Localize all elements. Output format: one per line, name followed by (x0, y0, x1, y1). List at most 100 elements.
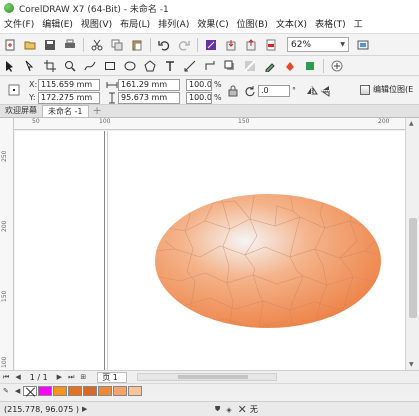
scroll-down-icon[interactable]: ▼ (409, 361, 414, 368)
color-swatch[interactable] (83, 385, 98, 396)
mirror-horizontal-icon[interactable] (306, 85, 318, 97)
height-field[interactable]: 95.673 mm (118, 92, 180, 104)
toolbar-separator (197, 37, 198, 52)
horizontal-ruler[interactable]: 50 100 150 200 (14, 118, 405, 130)
drawing-canvas[interactable] (15, 131, 405, 370)
pick-tool-icon[interactable] (2, 58, 18, 74)
scrollbar-thumb[interactable] (409, 218, 417, 318)
ruler-label: 150 (1, 290, 8, 302)
parallel-dimension-icon[interactable] (182, 58, 198, 74)
fill-bucket-icon[interactable]: ◈ (223, 406, 234, 414)
add-tab-icon[interactable]: + (89, 105, 106, 117)
ruler-label: 150 (238, 118, 250, 125)
drop-shadow-icon[interactable] (222, 58, 238, 74)
scale-y-field[interactable]: 100.0 (186, 92, 212, 104)
play-icon[interactable]: ▶ (79, 405, 90, 413)
next-page-icon[interactable]: ▶ (54, 373, 65, 381)
ellipse-object[interactable] (15, 131, 405, 370)
vertical-ruler[interactable]: 250 200 150 100 (0, 118, 14, 370)
polygon-tool-icon[interactable] (142, 58, 158, 74)
tab-welcome-screen[interactable]: 欢迎屏幕 (0, 105, 42, 117)
y-position-field[interactable]: 172.275 mm (38, 92, 100, 104)
menu-layout[interactable]: 布局(L) (116, 16, 154, 34)
last-page-icon[interactable]: ⏭ (65, 373, 77, 382)
ruler-label: 200 (1, 220, 8, 232)
rectangle-tool-icon[interactable] (102, 58, 118, 74)
save-icon[interactable] (42, 37, 58, 53)
menu-arrange[interactable]: 排列(A) (154, 16, 193, 34)
smart-fill-icon[interactable] (302, 58, 318, 74)
first-page-icon[interactable]: ⏮ (0, 373, 12, 382)
undo-icon[interactable] (156, 37, 172, 53)
rotation-icon (244, 85, 256, 97)
color-swatch[interactable] (68, 385, 83, 396)
shape-tool-icon[interactable] (22, 58, 38, 74)
tab-untitled-document[interactable]: 未命名 -1 (42, 105, 89, 117)
search-content-icon[interactable] (203, 37, 219, 53)
color-eyedropper-icon[interactable] (262, 58, 278, 74)
export-icon[interactable] (243, 37, 259, 53)
menu-bitmaps[interactable]: 位图(B) (233, 16, 272, 34)
scroll-up-icon[interactable]: ▲ (409, 120, 414, 127)
object-origin-icon[interactable] (8, 84, 20, 96)
coreldraw-logo-icon (4, 3, 14, 13)
color-swatch[interactable] (113, 385, 128, 396)
print-icon[interactable] (62, 37, 78, 53)
interactive-fill-icon[interactable] (282, 58, 298, 74)
ruler-label: 100 (99, 118, 111, 125)
degree-symbol: ° (292, 86, 296, 95)
connector-tool-icon[interactable] (202, 58, 218, 74)
cut-icon[interactable] (89, 37, 105, 53)
rotation-field[interactable]: .0 (258, 85, 290, 97)
cursor-coordinates: (215.778, 96.075 ) (4, 404, 79, 414)
horizontal-scrollbar[interactable] (136, 373, 277, 381)
zoom-level-dropdown[interactable]: 62% ▼ (287, 37, 349, 52)
color-swatch[interactable] (53, 385, 68, 396)
freehand-tool-icon[interactable] (82, 58, 98, 74)
previous-page-icon[interactable]: ◀ (12, 373, 23, 381)
zoom-value: 62% (291, 39, 312, 50)
color-swatch[interactable] (38, 385, 53, 396)
document-tabs: 欢迎屏幕 未命名 -1 + (0, 105, 419, 118)
eyedropper-icon[interactable]: ✎ (0, 387, 12, 395)
menu-text[interactable]: 文本(X) (272, 16, 311, 34)
width-icon (106, 79, 118, 91)
transparency-tool-icon[interactable] (242, 58, 258, 74)
page-navigator: ⏮ ◀ 1 / 1 ▶ ⏭ ⊞ 页 1 (0, 370, 419, 383)
redo-icon[interactable] (176, 37, 192, 53)
palette-scroll-left-icon[interactable]: ◀ (12, 387, 23, 395)
paste-icon[interactable] (129, 37, 145, 53)
add-tool-icon[interactable] (329, 58, 345, 74)
lock-ratio-icon[interactable] (227, 85, 239, 97)
menu-table[interactable]: 表格(T) (311, 16, 350, 34)
scale-x-percent: % (214, 80, 222, 89)
x-position-field[interactable]: 115.659 mm (38, 79, 100, 91)
menu-effects[interactable]: 效果(C) (193, 16, 232, 34)
open-file-icon[interactable] (22, 37, 38, 53)
edit-bitmap-button[interactable]: 编辑位图(E (360, 84, 413, 95)
add-page-icon[interactable]: ⊞ (77, 373, 89, 381)
zoom-tool-icon[interactable] (62, 58, 78, 74)
menu-view[interactable]: 视图(V) (77, 16, 116, 34)
menu-edit[interactable]: 编辑(E) (38, 16, 77, 34)
scale-x-field[interactable]: 100.0 (186, 79, 212, 91)
vertical-scrollbar[interactable]: ▲ ▼ (405, 118, 419, 370)
text-tool-icon[interactable] (162, 58, 178, 74)
ellipse-tool-icon[interactable] (122, 58, 138, 74)
color-swatch[interactable] (98, 385, 113, 396)
document-color-icon[interactable]: ⛊ (212, 405, 223, 414)
color-swatch[interactable] (128, 385, 143, 396)
crop-tool-icon[interactable] (42, 58, 58, 74)
scrollbar-thumb[interactable] (177, 375, 248, 379)
new-file-icon[interactable] (2, 37, 18, 53)
menu-tools[interactable]: 工 (350, 16, 367, 34)
import-icon[interactable] (223, 37, 239, 53)
publish-pdf-icon[interactable] (263, 37, 279, 53)
full-screen-icon[interactable] (355, 37, 371, 53)
no-color-swatch[interactable] (23, 385, 38, 396)
mirror-vertical-icon[interactable] (320, 85, 332, 97)
menu-file[interactable]: 文件(F) (0, 16, 38, 34)
page-tab-1[interactable]: 页 1 (97, 371, 127, 383)
copy-icon[interactable] (109, 37, 125, 53)
width-field[interactable]: 161.29 mm (118, 79, 180, 91)
